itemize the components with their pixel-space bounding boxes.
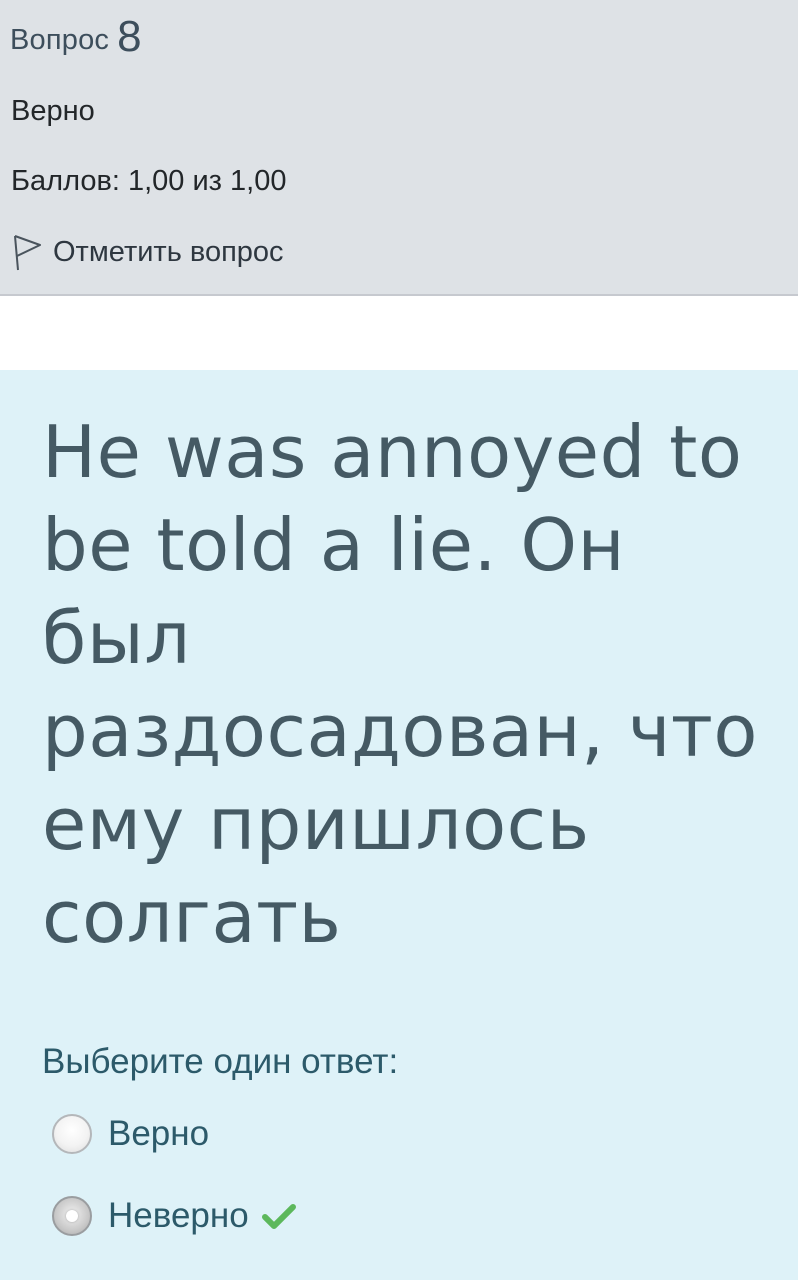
flag-question-label[interactable]: Отметить вопрос xyxy=(53,236,284,269)
answer-option-false[interactable]: Неверно xyxy=(52,1192,297,1240)
question-grade: Баллов: 1,00 из 1,00 xyxy=(11,165,287,197)
question-number-value: 8 xyxy=(117,12,142,61)
question-content: He was annoyed to be told a lie. Он был … xyxy=(0,370,798,1280)
question-label: Вопрос xyxy=(10,24,110,56)
question-number: Вопрос 8 xyxy=(10,10,142,61)
answer-label-false[interactable]: Неверно xyxy=(108,1196,249,1236)
answer-label-true[interactable]: Верно xyxy=(108,1114,209,1154)
flag-question-link[interactable]: Отметить вопрос xyxy=(11,232,284,272)
answer-option-true[interactable]: Верно xyxy=(52,1110,209,1158)
radio-button-false[interactable] xyxy=(52,1196,92,1236)
quiz-page: Вопрос 8 Верно Баллов: 1,00 из 1,00 Отмет… xyxy=(0,0,798,1280)
radio-button-true[interactable] xyxy=(52,1114,92,1154)
correct-check-icon xyxy=(261,1201,297,1231)
question-state: Верно xyxy=(11,95,95,127)
question-text: He was annoyed to be told a lie. Он был … xyxy=(42,410,758,959)
question-info-panel: Вопрос 8 Верно Баллов: 1,00 из 1,00 Отмет… xyxy=(0,0,798,296)
flag-icon[interactable] xyxy=(11,232,43,272)
answer-prompt: Выберите один ответ: xyxy=(42,1042,399,1081)
